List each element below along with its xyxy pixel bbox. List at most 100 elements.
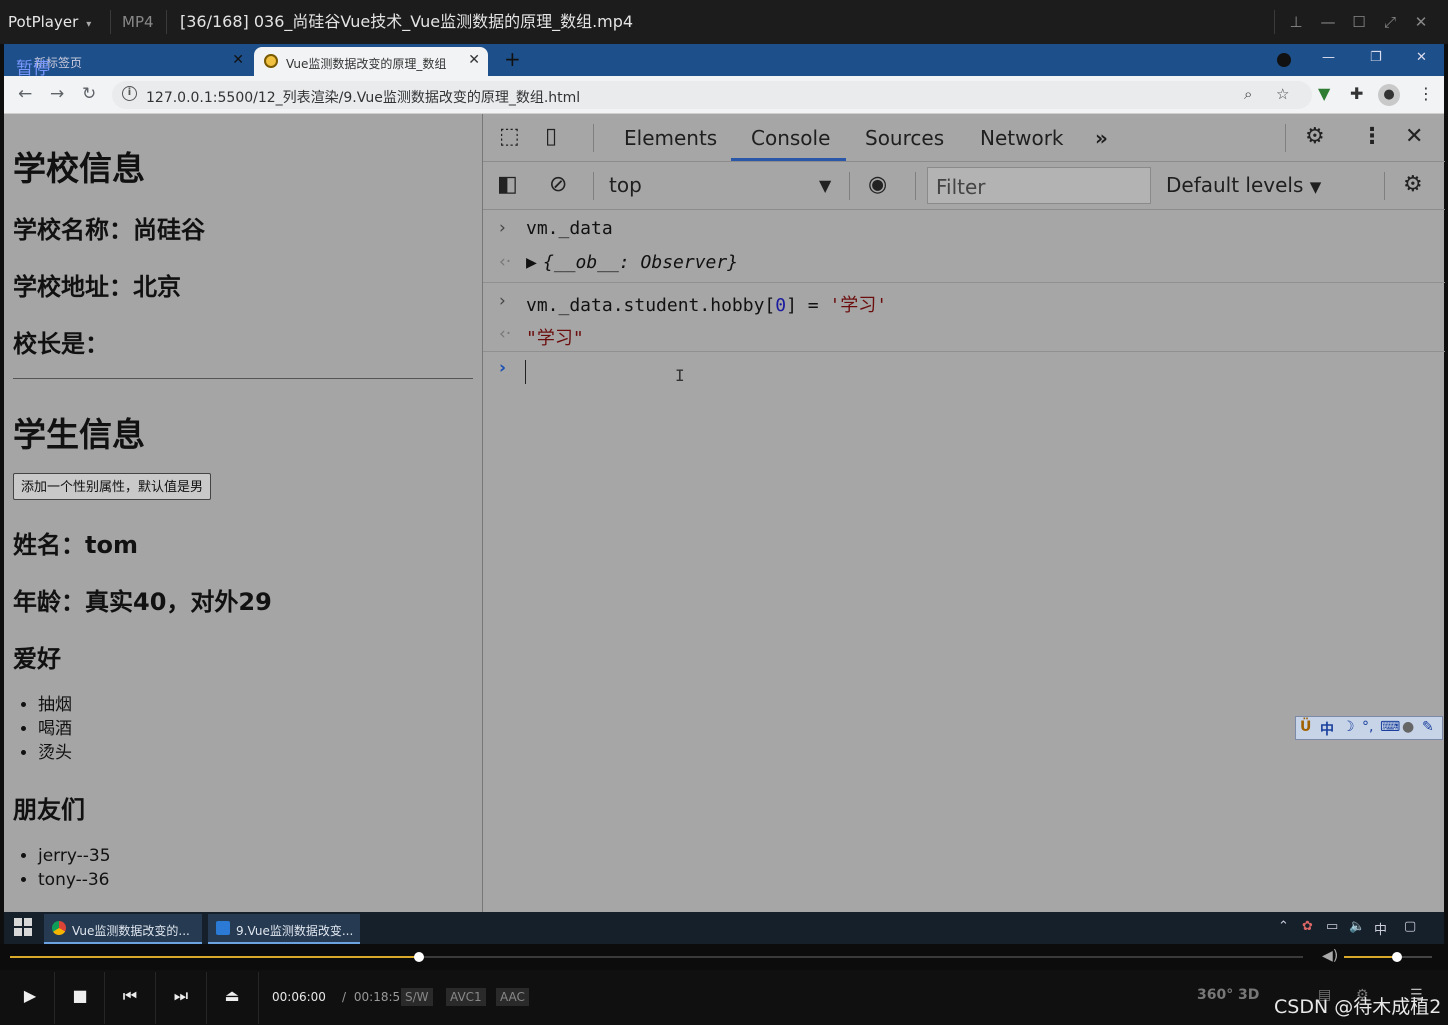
record-icon[interactable]: [1277, 53, 1291, 67]
tab-vue-page[interactable]: Vue监测数据改变的原理_数组 ✕: [254, 47, 488, 76]
divider: [1285, 124, 1286, 152]
close-icon[interactable]: ✕: [1405, 0, 1437, 44]
moon-icon[interactable]: ☽: [1342, 719, 1355, 735]
new-tab-button[interactable]: +: [504, 47, 521, 71]
back-icon[interactable]: ←: [18, 84, 32, 104]
tab-console[interactable]: Console: [751, 126, 830, 150]
network-icon[interactable]: ▭: [1326, 919, 1338, 934]
text-cursor: [525, 360, 526, 384]
decoder-badge[interactable]: S/W: [401, 988, 433, 1006]
seek-bar[interactable]: [10, 952, 1303, 962]
prompt-chevron-icon: ›: [499, 218, 506, 238]
player-menu-button[interactable]: PotPlayer ▾: [8, 0, 91, 44]
gear-icon[interactable]: ⚙: [1305, 124, 1325, 149]
extensions-icon[interactable]: ✚: [1350, 84, 1363, 103]
next-icon[interactable]: ⏭: [169, 986, 193, 1006]
divider: [1384, 172, 1385, 200]
divider: [1274, 10, 1275, 34]
divider: [483, 351, 1445, 352]
divider: [104, 972, 105, 1024]
vue-devtools-icon[interactable]: ▼: [1318, 84, 1330, 103]
profile-avatar[interactable]: ●: [1378, 84, 1400, 106]
total-duration: 00:18:57: [353, 990, 408, 1004]
volume-handle[interactable]: [1391, 952, 1402, 962]
taskbar-item-chrome[interactable]: Vue监测数据改变的...: [44, 914, 202, 944]
clear-console-icon[interactable]: ⊘: [549, 172, 567, 197]
keyboard-icon[interactable]: ⌨: [1380, 719, 1400, 735]
user-icon[interactable]: ●: [1402, 719, 1414, 735]
3d-icon[interactable]: 3D: [1238, 987, 1259, 1003]
sidebar-toggle-icon[interactable]: ◧: [497, 172, 518, 197]
previous-icon[interactable]: ⏮: [118, 986, 142, 1006]
chevron-down-icon[interactable]: ▼: [819, 176, 831, 195]
ime-logo-icon: Ü: [1300, 719, 1312, 735]
student-age: 年龄：真实40，对外29: [13, 588, 272, 616]
360-icon[interactable]: 360°: [1197, 987, 1233, 1003]
tab-sources[interactable]: Sources: [865, 126, 944, 150]
divider: [849, 172, 850, 200]
eye-icon[interactable]: ◉: [868, 172, 887, 197]
kebab-menu-icon[interactable]: ⋮: [1361, 124, 1383, 149]
tab-new-tab[interactable]: 新标签页 暂停 ✕: [4, 46, 252, 79]
gear-icon[interactable]: ⚙: [1403, 172, 1423, 197]
total-time: / 00:18:57: [342, 990, 408, 1004]
close-icon[interactable]: ✕: [232, 52, 244, 68]
list-item: 抽烟: [38, 693, 72, 717]
ime-toolbar[interactable]: Ü 中 ☽ °, ⌨ ● ✎: [1295, 716, 1443, 740]
add-gender-button[interactable]: 添加一个性别属性，默认值是男: [13, 473, 212, 500]
log-levels-dropdown[interactable]: Default levels ▼: [1166, 173, 1321, 197]
reload-icon[interactable]: ↻: [82, 84, 96, 104]
expand-triangle-icon[interactable]: ▶: [526, 252, 537, 273]
stop-icon[interactable]: ■: [68, 986, 92, 1005]
device-toolbar-icon[interactable]: ▯: [545, 124, 557, 149]
maximize-icon[interactable]: ☐: [1343, 0, 1375, 44]
friends-heading: 朋友们: [13, 796, 85, 824]
video-codec-badge[interactable]: AVC1: [446, 988, 486, 1006]
volume-icon[interactable]: ◀): [1322, 948, 1338, 964]
tab-elements[interactable]: Elements: [624, 126, 717, 150]
zoom-icon[interactable]: ⌕: [1244, 85, 1252, 103]
seek-row: ◀): [0, 944, 1448, 970]
taskbar-item-vscode[interactable]: 9.Vue监测数据改变...: [208, 914, 360, 944]
star-icon[interactable]: ☆: [1276, 85, 1289, 103]
pin-icon[interactable]: ⊥: [1280, 0, 1312, 44]
minimize-icon[interactable]: —: [1322, 50, 1335, 65]
tray-expand-icon[interactable]: ⌃: [1278, 919, 1289, 934]
wrench-icon[interactable]: ✎: [1422, 719, 1434, 735]
play-icon[interactable]: ▶: [18, 986, 42, 1005]
vscode-icon: [216, 921, 230, 935]
eject-icon[interactable]: ⏏: [220, 986, 244, 1005]
close-icon[interactable]: ✕: [1416, 50, 1427, 65]
minimize-icon[interactable]: —: [1312, 0, 1344, 44]
divider: [110, 10, 111, 34]
windows-start-icon[interactable]: [14, 918, 32, 936]
volume-icon[interactable]: 🔈: [1349, 919, 1365, 934]
console-output[interactable]: › vm._data ‹· ▶ {__ob__: Observer} › vm.…: [483, 210, 1445, 912]
close-icon[interactable]: ✕: [1405, 124, 1423, 149]
notification-icon[interactable]: ▢: [1404, 919, 1416, 934]
player-controls: ▶ ■ ⏮ ⏭ ⏏ 00:06:00 / 00:18:57 S/W AVC1 A…: [0, 970, 1448, 1025]
fullscreen-icon[interactable]: ⤢: [1374, 0, 1406, 44]
punctuation-icon[interactable]: °,: [1362, 719, 1373, 735]
more-tabs-icon[interactable]: »: [1095, 126, 1108, 150]
friends-list: jerry--35 tony--36: [38, 844, 111, 892]
forward-icon[interactable]: →: [50, 84, 64, 104]
tray-language[interactable]: 中: [1374, 919, 1387, 938]
filter-input[interactable]: Filter: [927, 167, 1151, 204]
divider: [54, 972, 55, 1024]
ime-mode-label[interactable]: 中: [1320, 719, 1334, 739]
tab-network[interactable]: Network: [980, 126, 1064, 150]
close-icon[interactable]: ✕: [468, 52, 480, 68]
seek-handle[interactable]: [414, 952, 425, 962]
context-selector[interactable]: top: [609, 173, 642, 197]
restore-icon[interactable]: ❐: [1370, 50, 1382, 65]
url-bar[interactable]: i 127.0.0.1:5500/12_列表渲染/9.Vue监测数据改变的原理_…: [112, 81, 1312, 109]
code-string: '学习': [829, 295, 888, 316]
audio-codec-badge[interactable]: AAC: [496, 988, 529, 1006]
chevron-down-icon: ▾: [86, 19, 92, 30]
inspect-icon[interactable]: ⬚: [499, 124, 520, 149]
kebab-menu-icon[interactable]: ⋮: [1418, 84, 1434, 103]
volume-slider[interactable]: [1344, 952, 1432, 962]
info-icon[interactable]: i: [122, 86, 137, 101]
tray-app-icon[interactable]: ✿: [1302, 919, 1313, 934]
